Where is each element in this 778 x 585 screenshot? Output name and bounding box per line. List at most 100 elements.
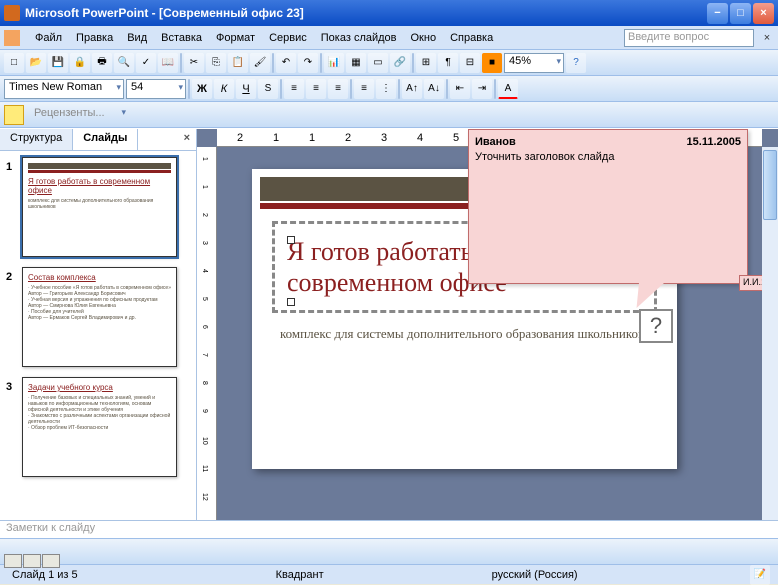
tables-borders-icon[interactable]: ▭ <box>368 53 388 73</box>
menu-view[interactable]: Вид <box>120 30 154 46</box>
spellcheck-icon[interactable]: ✓ <box>136 53 156 73</box>
separator <box>398 79 400 99</box>
thumb-subtitle: комплекс для системы дополнительного обр… <box>28 198 171 210</box>
separator <box>412 53 414 73</box>
decrease-indent-icon[interactable]: ⇤ <box>450 79 470 99</box>
thumb-number: 1 <box>6 157 22 257</box>
separator <box>494 79 496 99</box>
slide-thumbnail[interactable]: 2 Состав комплекса · Учебное пособие «Я … <box>6 267 190 367</box>
redo-icon[interactable]: ↷ <box>298 53 318 73</box>
document-icon <box>4 30 20 46</box>
new-icon[interactable]: □ <box>4 53 24 73</box>
thumb-number: 3 <box>6 377 22 477</box>
undo-icon[interactable]: ↶ <box>276 53 296 73</box>
color-icon[interactable]: ■ <box>482 53 502 73</box>
comment-date: 15.11.2005 <box>687 136 741 148</box>
tab-slides[interactable]: Слайды <box>73 129 138 150</box>
cut-icon[interactable]: ✂ <box>184 53 204 73</box>
vertical-scrollbar[interactable] <box>762 147 778 520</box>
show-formatting-icon[interactable]: ¶ <box>438 53 458 73</box>
menu-edit[interactable]: Правка <box>69 30 120 46</box>
thumb-title: Состав комплекса <box>28 273 171 282</box>
slide-subtitle-text[interactable]: комплекс для системы дополнительного обр… <box>280 325 649 343</box>
expand-icon[interactable]: ⊞ <box>416 53 436 73</box>
doc-close-button[interactable]: × <box>760 32 774 44</box>
help-icon[interactable]: ? <box>566 53 586 73</box>
separator <box>280 79 282 99</box>
shadow-icon[interactable]: S <box>258 79 278 99</box>
underline-icon[interactable]: Ч <box>236 79 256 99</box>
table-icon[interactable]: ▦ <box>346 53 366 73</box>
title-bar: Microsoft PowerPoint - [Современный офис… <box>0 0 778 26</box>
permission-icon[interactable]: 🔒 <box>70 53 90 73</box>
align-center-icon[interactable]: ≡ <box>306 79 326 99</box>
slide-thumbnail[interactable]: 3 Задачи учебного курса · Получение базо… <box>6 377 190 477</box>
sorter-view-icon[interactable] <box>23 554 41 568</box>
font-color-icon[interactable]: A <box>498 79 518 99</box>
slide-edit-area: 21123456789101112 1123456789101112 Я гот… <box>197 129 778 520</box>
close-button[interactable]: × <box>753 3 774 24</box>
slide-thumbnail[interactable]: 1 Я готов работать в современном офисе к… <box>6 157 190 257</box>
status-bar: Слайд 1 из 5 Квадрант русский (Россия) 📝 <box>0 564 778 584</box>
window-title: Microsoft PowerPoint - [Современный офис… <box>25 6 707 20</box>
separator <box>188 79 190 99</box>
app-icon <box>4 5 20 21</box>
italic-icon[interactable]: К <box>214 79 234 99</box>
zoom-combo[interactable]: 45% <box>504 53 564 73</box>
bullets-icon[interactable]: ⋮ <box>376 79 396 99</box>
notes-pane[interactable]: Заметки к слайду <box>0 520 778 538</box>
minimize-button[interactable]: − <box>707 3 728 24</box>
slide-thumbnail-list: 1 Я готов работать в современном офисе к… <box>0 151 196 520</box>
numbering-icon[interactable]: ≡ <box>354 79 374 99</box>
format-painter-icon[interactable]: 🖌 <box>250 53 270 73</box>
maximize-button[interactable]: □ <box>730 3 751 24</box>
copy-icon[interactable]: ⎘ <box>206 53 226 73</box>
grid-icon[interactable]: ⊟ <box>460 53 480 73</box>
menu-help[interactable]: Справка <box>443 30 500 46</box>
workspace: Структура Слайды × 1 Я готов работать в … <box>0 128 778 520</box>
preview-icon[interactable]: 🔍 <box>114 53 134 73</box>
slideshow-view-icon[interactable] <box>42 554 60 568</box>
comment-text[interactable]: Уточнить заголовок слайда <box>475 151 741 163</box>
menu-window[interactable]: Окно <box>404 30 444 46</box>
drawing-toolbar <box>0 538 778 564</box>
standard-toolbar: □ 📂 💾 🔒 🖶 🔍 ✓ 📖 ✂ ⎘ 📋 🖌 ↶ ↷ 📊 ▦ ▭ 🔗 ⊞ ¶ … <box>0 50 778 76</box>
thumb-content: · Получение базовых и специальных знаний… <box>28 395 171 431</box>
help-search-box[interactable]: Введите вопрос <box>624 29 754 47</box>
research-icon[interactable]: 📖 <box>158 53 178 73</box>
separator <box>350 79 352 99</box>
marker-icon[interactable] <box>4 105 24 125</box>
print-icon[interactable]: 🖶 <box>92 53 112 73</box>
thumb-number: 2 <box>6 267 22 367</box>
menu-format[interactable]: Формат <box>209 30 262 46</box>
increase-indent-icon[interactable]: ⇥ <box>472 79 492 99</box>
normal-view-icon[interactable] <box>4 554 22 568</box>
menu-tools[interactable]: Сервис <box>262 30 314 46</box>
increase-font-icon[interactable]: A↑ <box>402 79 422 99</box>
formatting-toolbar: Times New Roman 54 Ж К Ч S ≡ ≡ ≡ ≡ ⋮ A↑ … <box>0 76 778 102</box>
separator <box>320 53 322 73</box>
save-icon[interactable]: 💾 <box>48 53 68 73</box>
thumb-title: Я готов работать в современном офисе <box>28 177 171 195</box>
menu-file[interactable]: Файл <box>28 30 69 46</box>
reviewers-dropdown[interactable]: Рецензенты... <box>28 105 128 125</box>
paste-icon[interactable]: 📋 <box>228 53 248 73</box>
font-size-combo[interactable]: 54 <box>126 79 186 99</box>
align-left-icon[interactable]: ≡ <box>284 79 304 99</box>
panel-close-icon[interactable]: × <box>178 129 196 150</box>
open-icon[interactable]: 📂 <box>26 53 46 73</box>
decrease-font-icon[interactable]: A↓ <box>424 79 444 99</box>
comment-author: Иванов <box>475 136 516 148</box>
help-marker-icon[interactable]: ? <box>639 309 673 343</box>
font-combo[interactable]: Times New Roman <box>4 79 124 99</box>
hyperlink-icon[interactable]: 🔗 <box>390 53 410 73</box>
tab-structure[interactable]: Структура <box>0 129 73 150</box>
bold-icon[interactable]: Ж <box>192 79 212 99</box>
chart-icon[interactable]: 📊 <box>324 53 344 73</box>
align-right-icon[interactable]: ≡ <box>328 79 348 99</box>
menu-slideshow[interactable]: Показ слайдов <box>314 30 404 46</box>
separator <box>180 53 182 73</box>
menu-insert[interactable]: Вставка <box>154 30 209 46</box>
comment-balloon[interactable]: Иванов 15.11.2005 Уточнить заголовок сла… <box>468 129 748 284</box>
status-spellcheck-icon[interactable]: 📝 <box>750 565 770 585</box>
